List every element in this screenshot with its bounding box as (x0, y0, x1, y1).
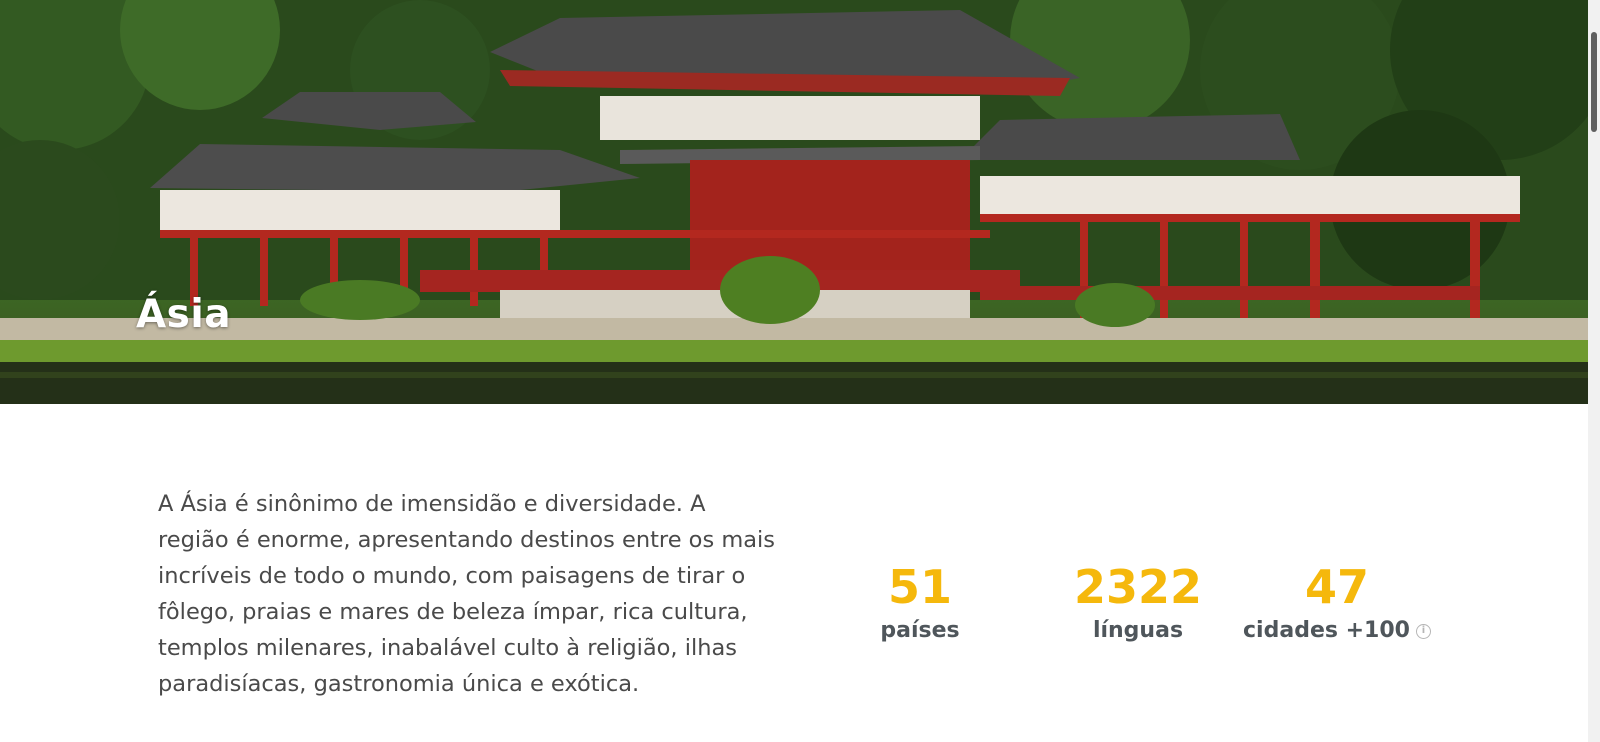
stat-cities: 47 cidades +100 i (1232, 560, 1442, 643)
stat-value: 51 (887, 560, 952, 614)
hero-image-temple (0, 0, 1588, 404)
page-scrollbar[interactable] (1588, 0, 1600, 742)
scrollbar-thumb[interactable] (1591, 32, 1597, 132)
stat-countries: 51 países (860, 560, 980, 643)
stat-label: línguas (1092, 618, 1184, 643)
region-title: Ásia (136, 292, 232, 337)
info-icon[interactable]: i (1415, 623, 1431, 639)
region-stats: 51 países 2322 línguas 47 cidades +100 i (820, 560, 1440, 670)
stat-value: 47 (1304, 560, 1369, 614)
region-description: A Ásia é sinônimo de imensidão e diversi… (158, 491, 776, 697)
stat-value: 2322 (1073, 560, 1203, 614)
stat-label: cidades +100 (1243, 618, 1410, 643)
stat-languages: 2322 línguas (1058, 560, 1218, 643)
stat-label: países (880, 618, 960, 643)
hero-banner: Ásia (0, 0, 1588, 404)
